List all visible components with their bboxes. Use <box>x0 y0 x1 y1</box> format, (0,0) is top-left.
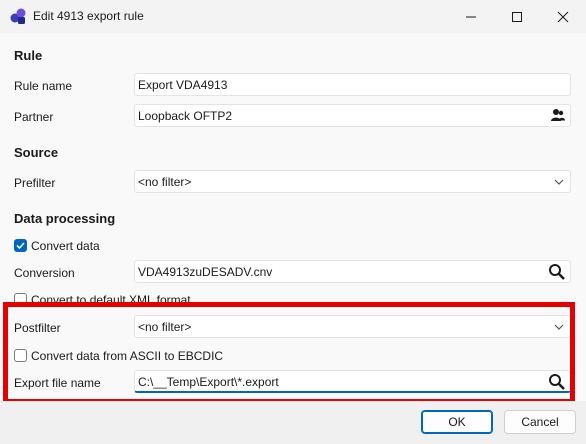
conversion-field[interactable]: VDA4913zuDESADV.cnv <box>134 260 571 283</box>
rule-name-field[interactable]: Export VDA4913 <box>134 73 571 96</box>
maximize-button[interactable] <box>494 0 540 33</box>
conversion-label: Conversion <box>14 266 75 280</box>
dialog-footer <box>0 401 586 444</box>
convert-data-checkbox[interactable] <box>14 239 27 252</box>
minimize-icon <box>466 16 476 17</box>
prefilter-label: Prefilter <box>14 176 56 190</box>
close-icon <box>557 11 569 22</box>
checkmark-icon <box>16 242 25 250</box>
title-bar: Edit 4913 export rule <box>0 0 586 33</box>
xml-format-label: Convert to default XML format <box>31 293 191 302</box>
section-source-heading: Source <box>14 145 59 160</box>
partner-label: Partner <box>14 110 54 124</box>
partner-field[interactable]: Loopback OFTP2 <box>134 104 571 127</box>
xml-row-clip: Convert to default XML format <box>0 292 586 302</box>
window-title: Edit 4913 export rule <box>33 9 144 23</box>
section-processing-heading: Data processing <box>14 211 116 226</box>
prefilter-value: <no filter> <box>138 175 192 189</box>
xml-format-checkbox[interactable] <box>14 293 27 302</box>
cancel-button[interactable]: Cancel <box>504 410 576 434</box>
rule-name-label: Rule name <box>14 79 73 93</box>
search-icon[interactable] <box>548 263 566 284</box>
prefilter-select[interactable]: <no filter> <box>134 170 571 193</box>
minimize-button[interactable] <box>448 0 494 33</box>
partner-value: Loopback OFTP2 <box>138 109 233 123</box>
chevron-down-icon <box>554 176 564 190</box>
section-rule-heading: Rule <box>14 48 43 63</box>
conversion-value: VDA4913zuDESADV.cnv <box>138 265 273 279</box>
rule-name-value: Export VDA4913 <box>138 78 228 92</box>
highlight-annotation-box <box>3 302 575 404</box>
maximize-icon <box>512 11 522 22</box>
convert-data-label: Convert data <box>31 239 100 253</box>
user-picker-icon[interactable] <box>550 107 566 126</box>
ok-button[interactable]: OK <box>421 410 493 434</box>
close-button[interactable] <box>540 0 586 33</box>
app-logo-icon <box>9 7 27 25</box>
